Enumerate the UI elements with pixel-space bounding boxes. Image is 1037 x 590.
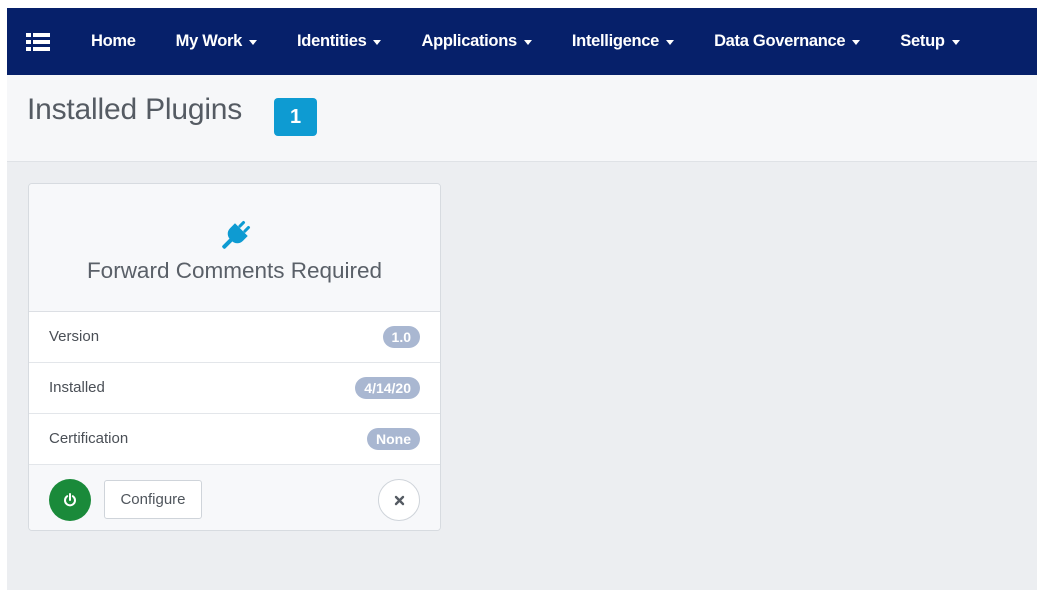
nav-item-data-governance[interactable]: Data Governance [714, 8, 861, 75]
nav-menu: Home My Work Identities Applications Int… [69, 8, 960, 75]
plugin-count-badge: 1 [274, 98, 317, 136]
close-icon [394, 495, 404, 505]
plugin-card: Forward Comments Required Version 1.0 In… [28, 183, 441, 531]
caret-down-icon [249, 40, 258, 45]
app: Home My Work Identities Applications Int… [7, 8, 1037, 590]
remove-plugin-button[interactable] [378, 479, 420, 521]
plugin-card-header: Forward Comments Required [29, 184, 440, 312]
power-icon [64, 493, 76, 507]
certification-badge: None [367, 428, 420, 450]
nav-item-applications[interactable]: Applications [421, 8, 532, 75]
nav-item-my-work[interactable]: My Work [175, 8, 258, 75]
plugin-info-row-certification: Certification None [29, 414, 440, 465]
enable-toggle-button[interactable] [49, 479, 91, 521]
info-label: Version [49, 328, 100, 345]
nav-item-label: Setup [900, 32, 945, 50]
menu-toggle-button[interactable] [7, 8, 69, 75]
page-header: Installed Plugins 1 [7, 75, 1037, 162]
version-badge: 1.0 [382, 326, 420, 348]
nav-item-label: Data Governance [714, 32, 846, 50]
plugin-info-row-installed: Installed 4/14/20 [29, 363, 440, 414]
list-menu-icon [26, 32, 50, 51]
configure-button[interactable]: Configure [104, 480, 202, 519]
caret-down-icon [666, 40, 675, 45]
page-title: Installed Plugins [27, 93, 243, 126]
nav-item-setup[interactable]: Setup [900, 8, 960, 75]
plugin-card-footer: Configure [29, 465, 440, 530]
installed-date-badge: 4/14/20 [355, 377, 420, 399]
nav-item-label: Home [91, 32, 136, 50]
nav-item-intelligence[interactable]: Intelligence [571, 8, 675, 75]
nav-item-label: My Work [175, 32, 243, 50]
plug-icon [222, 220, 251, 249]
nav-item-home[interactable]: Home [91, 8, 136, 75]
caret-down-icon [852, 40, 861, 45]
info-label: Certification [49, 430, 129, 447]
nav-item-label: Identities [297, 32, 367, 50]
caret-down-icon [951, 40, 960, 45]
nav-item-label: Intelligence [571, 32, 660, 50]
caret-down-icon [373, 40, 382, 45]
nav-item-identities[interactable]: Identities [297, 8, 382, 75]
info-label: Installed [49, 379, 105, 396]
top-navbar: Home My Work Identities Applications Int… [7, 8, 1037, 75]
plugin-info-row-version: Version 1.0 [29, 312, 440, 363]
nav-item-label: Applications [421, 32, 517, 50]
caret-down-icon [523, 40, 532, 45]
plugin-name: Forward Comments Required [86, 258, 383, 283]
